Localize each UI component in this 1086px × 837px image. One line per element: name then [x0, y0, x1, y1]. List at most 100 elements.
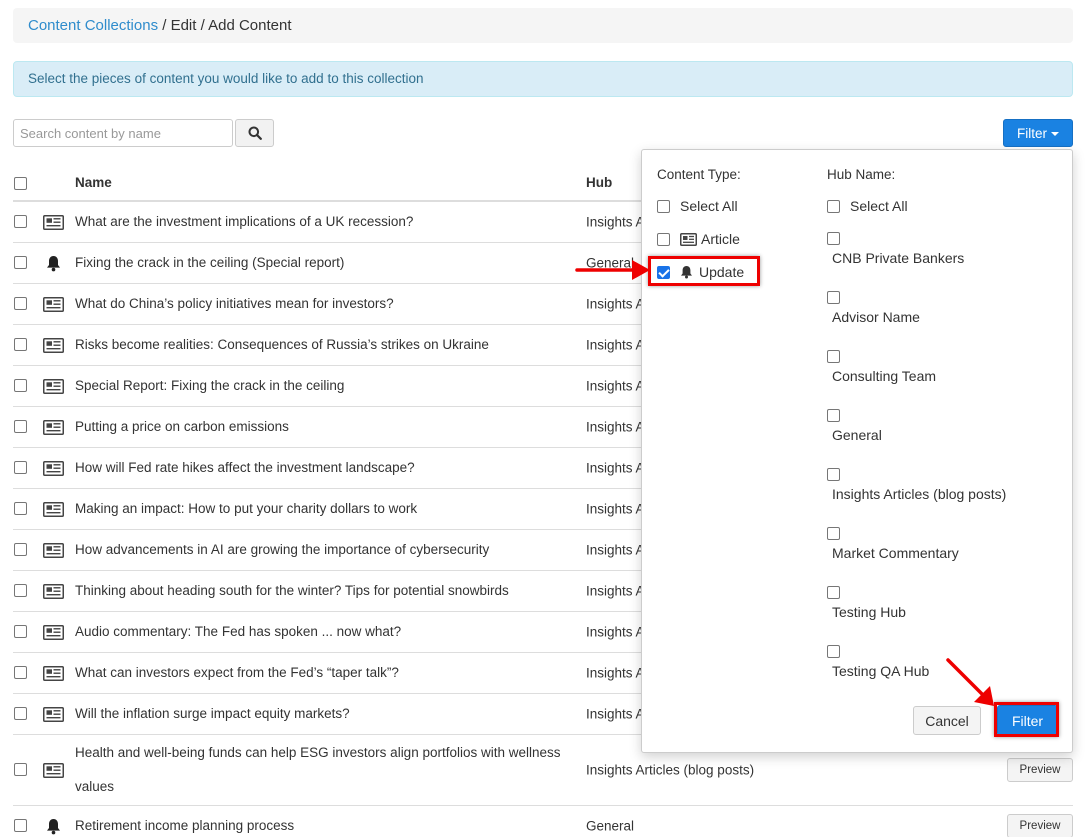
cancel-button[interactable]: Cancel [913, 706, 981, 735]
article-icon [42, 214, 64, 230]
hub-checkbox[interactable] [827, 468, 840, 481]
breadcrumb-link-content-collections[interactable]: Content Collections [28, 17, 158, 34]
row-name: Retirement income planning process [75, 818, 295, 833]
row-hub: Insights A [586, 665, 645, 681]
row-hub: General [586, 818, 635, 834]
hub-label: Testing Hub [832, 604, 906, 620]
row-checkbox[interactable] [14, 707, 27, 720]
row-name: Health and well-being funds can help ESG… [75, 745, 561, 794]
article-icon [42, 460, 64, 476]
hub-select-all-checkbox[interactable] [827, 199, 840, 213]
hub-checkbox[interactable] [827, 527, 840, 540]
row-name: What can investors expect from the Fed’s… [75, 665, 399, 680]
row-name: What are the investment implications of … [75, 214, 414, 229]
update-highlight-box [648, 256, 760, 286]
article-icon [42, 542, 64, 558]
preview-button[interactable]: Preview [1007, 814, 1073, 837]
hub-option[interactable]: Insights Articles (blog posts) [827, 468, 1006, 502]
hub-label: Consulting Team [832, 368, 937, 384]
search-input[interactable] [13, 119, 233, 147]
bell-icon [42, 818, 64, 834]
hub-option[interactable]: Advisor Name [827, 291, 920, 325]
hub-label: Advisor Name [832, 309, 920, 325]
row-checkbox[interactable] [14, 297, 27, 310]
hub-name-title: Hub Name: [827, 167, 896, 182]
filter-dropdown-button[interactable]: Filter [1003, 119, 1073, 147]
hub-option[interactable]: Testing Hub [827, 586, 906, 620]
hub-checkbox[interactable] [827, 409, 840, 422]
row-checkbox[interactable] [14, 584, 27, 597]
row-hub: Insights A [586, 624, 645, 640]
hub-checkbox[interactable] [827, 350, 840, 363]
hub-checkbox[interactable] [827, 645, 840, 658]
row-name: Special Report: Fixing the crack in the … [75, 378, 345, 393]
preview-button[interactable]: Preview [1007, 758, 1073, 782]
hub-option[interactable]: Consulting Team [827, 350, 936, 384]
row-checkbox[interactable] [14, 420, 27, 433]
row-checkbox[interactable] [14, 763, 27, 776]
hub-option[interactable]: CNB Private Bankers [827, 232, 964, 266]
article-icon [42, 378, 64, 394]
column-header-hub[interactable]: Hub [586, 175, 612, 190]
row-hub: Insights A [586, 706, 645, 722]
row-name: Risks become realities: Consequences of … [75, 337, 489, 352]
row-checkbox[interactable] [14, 256, 27, 269]
article-icon [42, 501, 64, 517]
row-hub: Insights Articles (blog posts) [586, 762, 755, 778]
info-banner: Select the pieces of content you would l… [13, 61, 1073, 97]
row-name: Fixing the crack in the ceiling (Special… [75, 255, 345, 270]
hub-option[interactable]: Market Commentary [827, 527, 959, 561]
row-hub: Insights A [586, 542, 645, 558]
row-name: Putting a price on carbon emissions [75, 419, 289, 434]
row-checkbox[interactable] [14, 502, 27, 515]
breadcrumb: Content Collections / Edit / Add Content [13, 8, 1073, 43]
hub-label: Market Commentary [832, 545, 959, 561]
hub-label: Testing QA Hub [832, 663, 930, 679]
row-checkbox[interactable] [14, 461, 27, 474]
row-hub: General [586, 255, 635, 271]
column-header-name[interactable]: Name [75, 175, 112, 190]
article-icon [42, 296, 64, 312]
filter-button-label: Filter [1017, 125, 1047, 141]
hub-checkbox[interactable] [827, 586, 840, 599]
row-hub: Insights A [586, 378, 645, 394]
row-checkbox[interactable] [14, 543, 27, 556]
row-hub: Insights A [586, 337, 645, 353]
row-name: How advancements in AI are growing the i… [75, 542, 490, 557]
row-hub: Insights A [586, 460, 645, 476]
content-type-option-article[interactable]: Article [657, 231, 740, 247]
table-row[interactable]: Retirement income planning process Genera… [13, 806, 1073, 837]
row-name: Audio commentary: The Fed has spoken ...… [75, 624, 402, 639]
hub-option-select-all[interactable]: Select All [827, 198, 908, 214]
row-name: What do China’s policy initiatives mean … [75, 296, 394, 311]
filter-popup: Content Type: Hub Name: Select All Artic… [641, 149, 1073, 753]
content-type-option-select-all[interactable]: Select All [657, 198, 738, 214]
hub-select-all-label: Select All [850, 198, 908, 214]
hub-checkbox[interactable] [827, 291, 840, 304]
caret-down-icon [1051, 132, 1059, 136]
content-type-article-checkbox[interactable] [657, 232, 670, 246]
row-checkbox[interactable] [14, 666, 27, 679]
content-type-select-all-checkbox[interactable] [657, 199, 670, 213]
content-type-article-label: Article [701, 231, 740, 247]
row-hub: Insights A [586, 419, 645, 435]
select-all-rows-checkbox[interactable] [14, 177, 27, 190]
row-hub: Insights A [586, 214, 645, 230]
search-icon [248, 126, 262, 140]
search-button[interactable] [235, 119, 274, 147]
row-checkbox[interactable] [14, 625, 27, 638]
row-hub: Insights A [586, 296, 645, 312]
article-icon [42, 419, 64, 435]
row-checkbox[interactable] [14, 379, 27, 392]
row-checkbox[interactable] [14, 215, 27, 228]
row-hub: Insights A [586, 583, 645, 599]
content-type-title: Content Type: [657, 167, 741, 182]
hub-option[interactable]: Testing QA Hub [827, 645, 929, 679]
hub-option[interactable]: General [827, 409, 882, 443]
hub-label: General [832, 427, 882, 443]
row-checkbox[interactable] [14, 338, 27, 351]
hub-checkbox[interactable] [827, 232, 840, 245]
row-name: Thinking about heading south for the win… [75, 583, 509, 598]
row-name: How will Fed rate hikes affect the inves… [75, 460, 415, 475]
row-checkbox[interactable] [14, 819, 27, 832]
